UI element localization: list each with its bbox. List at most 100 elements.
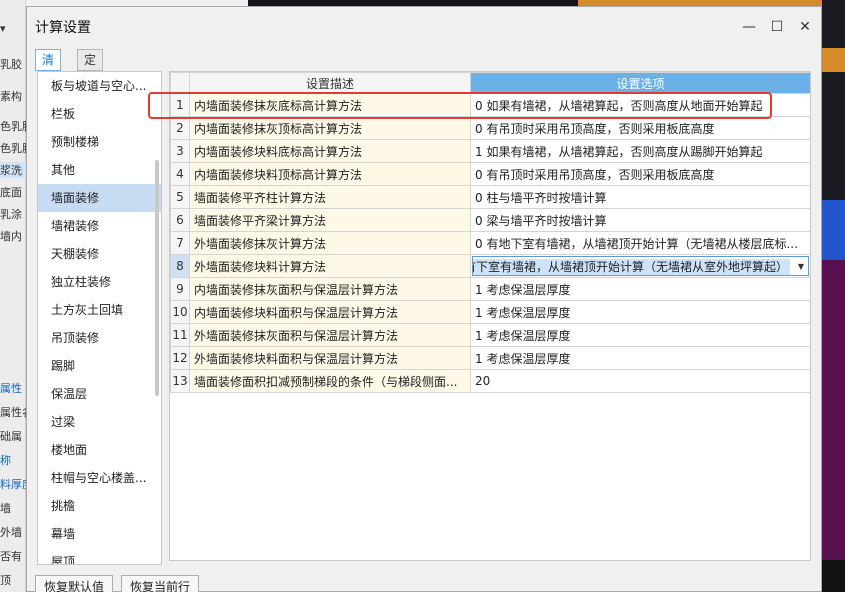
category-list-item[interactable]: 过梁 xyxy=(38,408,161,436)
row-option-value[interactable]: 0 梁与墙平齐时按墙计算 xyxy=(470,208,810,232)
header-description: 设置描述 xyxy=(189,72,471,94)
background-text-fragment: 顶 xyxy=(0,574,11,587)
grid-header-row: 设置描述 设置选项 xyxy=(170,72,810,94)
option-select[interactable]: 有下室有墙裙，从墙裙顶开始计算（无墙裙从室外地坪算起） ▼ xyxy=(472,256,809,276)
row-option-value[interactable]: 20 xyxy=(470,369,810,393)
category-list-item[interactable]: 屋顶 xyxy=(38,548,161,564)
category-list-item[interactable]: 墙裙装修 xyxy=(38,212,161,240)
table-row[interactable]: 1 内墙面装修抹灰底标高计算方法 0 如果有墙裙，从墙裙算起，否则高度从地面开始算起 xyxy=(170,93,810,117)
canvas-dark-strip xyxy=(822,560,845,592)
category-list-item[interactable]: 土方灰土回填 xyxy=(38,296,161,324)
row-option-value[interactable]: 0 有吊顶时采用吊顶高度，否则采用板底高度 xyxy=(470,116,810,140)
table-row[interactable]: 11 外墙面装修抹灰面积与保温层计算方法 1 考虑保温层厚度 xyxy=(170,323,810,347)
row-option-value[interactable]: 0 有吊顶时采用吊顶高度，否则采用板底高度 xyxy=(470,162,810,186)
category-list: 板与坡道与空心... 栏板 预制楼梯 其他 墙面装修 墙裙装修 天棚装修 独立柱装修 土方灰土回… xyxy=(37,71,162,565)
canvas-orange-strip xyxy=(822,48,845,72)
background-text-fragment: 属性名 xyxy=(0,406,26,419)
row-description: 内墙面装修块料底标高计算方法 xyxy=(189,139,471,163)
row-index: 5 xyxy=(170,185,190,209)
background-text-fragment: 墙内 xyxy=(0,230,22,243)
background-text-fragment: 础属 xyxy=(0,430,22,443)
table-row[interactable]: 10 内墙面装修块料面积与保温层计算方法 1 考虑保温层厚度 xyxy=(170,300,810,324)
row-option-value[interactable]: 0 有地下室有墙裙，从墙裙顶开始计算（无墙裙从楼层底标... xyxy=(470,231,810,255)
tab-quota[interactable]: 定额 xyxy=(77,49,104,87)
row-option-value[interactable]: 0 柱与墙平齐时按墙计算 xyxy=(470,185,810,209)
table-row[interactable]: 8 外墙面装修块料计算方法 有下室有墙裙，从墙裙顶开始计算（无墙裙从室外地坪算起） ▼ xyxy=(170,254,810,278)
row-description: 内墙面装修抹灰面积与保温层计算方法 xyxy=(189,277,471,301)
row-description: 墙面装修平齐梁计算方法 xyxy=(189,208,471,232)
row-option-value[interactable]: 1 考虑保温层厚度 xyxy=(470,346,810,370)
row-description: 内墙面装修块料面积与保温层计算方法 xyxy=(189,300,471,324)
row-description: 外墙面装修抹灰计算方法 xyxy=(189,231,471,255)
table-row[interactable]: 3 内墙面装修块料底标高计算方法 1 如果有墙裙，从墙裙算起，否则高度从踢脚开始算起 xyxy=(170,139,810,163)
row-index: 8 xyxy=(170,254,190,278)
row-index: 10 xyxy=(170,300,190,324)
canvas-dark-strip xyxy=(822,0,845,48)
restore-current-row-button[interactable]: 恢复当前行 xyxy=(121,575,200,592)
category-list-item[interactable]: 柱帽与空心楼盖... xyxy=(38,464,161,492)
row-description: 内墙面装修块料顶标高计算方法 xyxy=(189,162,471,186)
row-index: 6 xyxy=(170,208,190,232)
tab-bill[interactable]: 清单 xyxy=(35,49,62,87)
category-list-item[interactable]: 墙面装修 xyxy=(38,184,161,212)
row-option-value[interactable]: 1 考虑保温层厚度 xyxy=(470,323,810,347)
table-row[interactable]: 4 内墙面装修块料顶标高计算方法 0 有吊顶时采用吊顶高度，否则采用板底高度 xyxy=(170,162,810,186)
close-icon[interactable]: ✕ xyxy=(795,17,815,37)
row-option-dropdown[interactable]: 有下室有墙裙，从墙裙顶开始计算（无墙裙从室外地坪算起） ▼ xyxy=(470,254,810,278)
category-list-item[interactable]: 预制楼梯 xyxy=(38,128,161,156)
table-row[interactable]: 13 墙面装修面积扣减预制梯段的条件（与梯段侧面... 20 xyxy=(170,369,810,393)
row-index: 9 xyxy=(170,277,190,301)
calc-settings-dialog: 计算设置 — ☐ ✕ 清单 定额 板与坡道与空心...栏板预制楼梯其他墙面装修墙… xyxy=(26,6,822,592)
row-description: 内墙面装修抹灰底标高计算方法 xyxy=(189,93,471,117)
settings-grid: 设置描述 设置选项 1 内墙面装修抹灰底标高计算方法 0 如果有墙裙，从墙裙算起，否… xyxy=(169,71,811,561)
background-text-fragment: 外墙 xyxy=(0,526,22,539)
minimize-icon[interactable]: — xyxy=(739,17,759,37)
category-list-item[interactable]: 天棚装修 xyxy=(38,240,161,268)
background-text-fragment: 墙 xyxy=(0,502,11,515)
table-row[interactable]: 5 墙面装修平齐柱计算方法 0 柱与墙平齐时按墙计算 xyxy=(170,185,810,209)
row-index: 12 xyxy=(170,346,190,370)
row-option-value[interactable]: 1 考虑保温层厚度 xyxy=(470,277,810,301)
row-index: 13 xyxy=(170,369,190,393)
table-row[interactable]: 7 外墙面装修抹灰计算方法 0 有地下室有墙裙，从墙裙顶开始计算（无墙裙从楼层底标.… xyxy=(170,231,810,255)
category-list-item[interactable]: 栏板 xyxy=(38,100,161,128)
background-text-fragment: 素构 xyxy=(0,90,22,103)
background-canvas-right xyxy=(822,0,845,592)
row-description: 墙面装修平齐柱计算方法 xyxy=(189,185,471,209)
background-text-fragment: 称 xyxy=(0,454,11,467)
row-index: 1 xyxy=(170,93,190,117)
background-text-fragment: 乳涂 xyxy=(0,208,22,221)
category-list-scrollbar[interactable] xyxy=(155,160,159,396)
table-row[interactable]: 6 墙面装修平齐梁计算方法 0 梁与墙平齐时按墙计算 xyxy=(170,208,810,232)
table-row[interactable]: 2 内墙面装修抹灰顶标高计算方法 0 有吊顶时采用吊顶高度，否则采用板底高度 xyxy=(170,116,810,140)
category-list-item[interactable]: 踢脚 xyxy=(38,352,161,380)
row-description: 内墙面装修抹灰顶标高计算方法 xyxy=(189,116,471,140)
background-text-fragment: 乳胶 xyxy=(0,58,22,71)
row-option-value[interactable]: 1 如果有墙裙，从墙裙算起，否则高度从踢脚开始算起 xyxy=(470,139,810,163)
background-app-left-panel: ▾乳胶素构色乳胶色乳胶浆洗底面乳涂墙内属性属性名础属称料厚度墙外墙否有顶 xyxy=(0,0,26,592)
selected-option-text: 有下室有墙裙，从墙裙顶开始计算（无墙裙从室外地坪算起） xyxy=(473,259,790,275)
category-list-item[interactable]: 独立柱装修 xyxy=(38,268,161,296)
table-row[interactable]: 12 外墙面装修块料面积与保温层计算方法 1 考虑保温层厚度 xyxy=(170,346,810,370)
category-list-item[interactable]: 楼地面 xyxy=(38,436,161,464)
row-index: 4 xyxy=(170,162,190,186)
canvas-dark-strip xyxy=(822,72,845,200)
canvas-purple-strip xyxy=(822,260,845,560)
maximize-icon[interactable]: ☐ xyxy=(767,17,787,37)
row-index: 11 xyxy=(170,323,190,347)
row-option-value[interactable]: 0 如果有墙裙，从墙裙算起，否则高度从地面开始算起 xyxy=(470,93,810,117)
category-list-item[interactable]: 幕墙 xyxy=(38,520,161,548)
row-option-value[interactable]: 1 考虑保温层厚度 xyxy=(470,300,810,324)
category-list-item[interactable]: 其他 xyxy=(38,156,161,184)
dropdown-arrow-icon[interactable]: ▼ xyxy=(798,262,804,271)
restore-default-button[interactable]: 恢复默认值 xyxy=(35,575,114,592)
category-list-item[interactable]: 保温层 xyxy=(38,380,161,408)
category-list-item[interactable]: 板与坡道与空心... xyxy=(38,72,161,100)
header-option: 设置选项 xyxy=(470,72,810,94)
background-text-fragment: 否有 xyxy=(0,550,22,563)
background-text-fragment: 底面 xyxy=(0,186,22,199)
category-list-item[interactable]: 吊顶装修 xyxy=(38,324,161,352)
table-row[interactable]: 9 内墙面装修抹灰面积与保温层计算方法 1 考虑保温层厚度 xyxy=(170,277,810,301)
category-list-item[interactable]: 挑檐 xyxy=(38,492,161,520)
canvas-blue-strip xyxy=(822,200,845,260)
